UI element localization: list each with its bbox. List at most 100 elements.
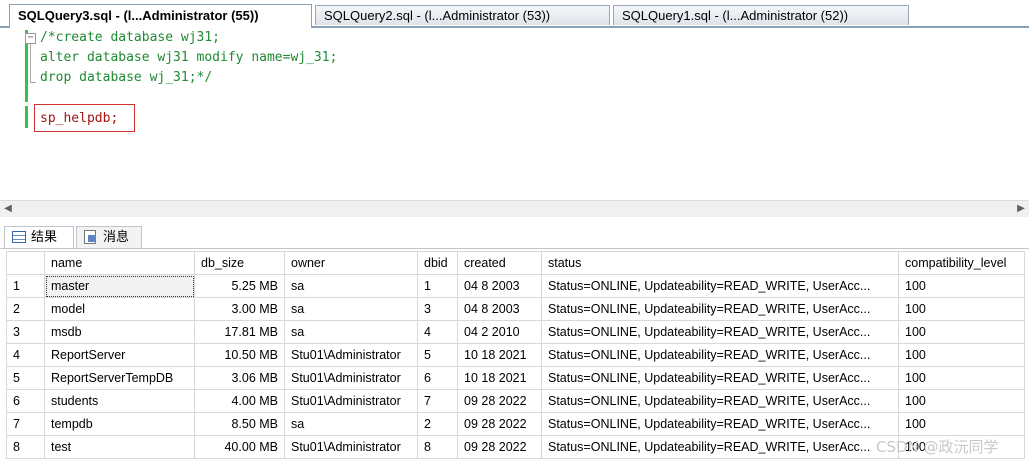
grid-cell-compat[interactable]: 100: [898, 274, 1025, 298]
code-line-4: sp_helpdb;: [40, 111, 119, 126]
grid-cell-compat[interactable]: 100: [898, 297, 1025, 321]
result-tab-bar: 结果 消息: [0, 222, 1029, 249]
grid-cell-owner[interactable]: sa: [284, 297, 418, 321]
messages-icon: [84, 230, 96, 244]
grid-cell-name[interactable]: model: [44, 297, 195, 321]
grid-cell-name[interactable]: msdb: [44, 320, 195, 344]
grid-cell-name[interactable]: ReportServerTempDB: [44, 366, 195, 390]
grid-body: 1 master 5.25 MB sa 1 04 8 2003 Status=ONLINE,…: [6, 274, 1025, 459]
grid-cell-owner[interactable]: Stu01\Administrator: [284, 435, 418, 459]
column-header[interactable]: status: [541, 251, 899, 275]
grid-cell-created[interactable]: 09 28 2022: [457, 412, 542, 436]
tab-results-label: 结果: [31, 229, 58, 244]
tab-sqlquery1[interactable]: SQLQuery1.sql - (l...Administrator (52)): [613, 5, 909, 25]
row-number-cell[interactable]: 6: [6, 389, 45, 413]
grid-cell-name[interactable]: students: [44, 389, 195, 413]
grid-cell-dbid[interactable]: 5: [417, 343, 458, 367]
grid-cell-created[interactable]: 10 18 2021: [457, 343, 542, 367]
table-row[interactable]: 6 students 4.00 MB Stu01\Administrator 7 09 2…: [6, 389, 1025, 413]
grid-cell-dbid[interactable]: 4: [417, 320, 458, 344]
code-line-1: /*create database wj31;: [40, 30, 221, 45]
results-grid: name db_size owner dbid created status c…: [6, 251, 1025, 459]
table-row[interactable]: 7 tempdb 8.50 MB sa 2 09 28 2022 Status=ONLINE…: [6, 412, 1025, 436]
column-header[interactable]: dbid: [417, 251, 458, 275]
grid-cell-created[interactable]: 09 28 2022: [457, 389, 542, 413]
watermark: CSDN @政沅同学: [876, 438, 999, 456]
grid-cell-created[interactable]: 10 18 2021: [457, 366, 542, 390]
tab-results[interactable]: 结果: [4, 226, 74, 248]
row-number-cell[interactable]: 5: [6, 366, 45, 390]
collapse-outline-icon[interactable]: −: [25, 33, 36, 44]
scroll-left-icon[interactable]: ◀: [0, 201, 16, 217]
grid-cell-owner[interactable]: sa: [284, 320, 418, 344]
grid-cell-dbid[interactable]: 6: [417, 366, 458, 390]
grid-cell-owner[interactable]: Stu01\Administrator: [284, 366, 418, 390]
grid-cell-dbid[interactable]: 3: [417, 297, 458, 321]
editor-horizontal-scrollbar[interactable]: ◀ ▶: [0, 200, 1029, 217]
column-header[interactable]: created: [457, 251, 542, 275]
grid-cell-status[interactable]: Status=ONLINE, Updateability=READ_WRITE,…: [541, 389, 899, 413]
sql-editor[interactable]: − /*create database wj31; alter database…: [0, 28, 1029, 200]
grid-cell-compat[interactable]: 100: [898, 343, 1025, 367]
grid-cell-status[interactable]: Status=ONLINE, Updateability=READ_WRITE,…: [541, 366, 899, 390]
grid-cell-db_size[interactable]: 3.00 MB: [194, 297, 285, 321]
grid-cell-dbid[interactable]: 8: [417, 435, 458, 459]
grid-cell-compat[interactable]: 100: [898, 366, 1025, 390]
grid-cell-created[interactable]: 04 8 2003: [457, 297, 542, 321]
table-row[interactable]: 1 master 5.25 MB sa 1 04 8 2003 Status=ONLINE,…: [6, 274, 1025, 298]
tab-messages[interactable]: 消息: [76, 226, 142, 248]
grid-cell-dbid[interactable]: 1: [417, 274, 458, 298]
grid-cell-db_size[interactable]: 3.06 MB: [194, 366, 285, 390]
outline-guide: [30, 44, 31, 82]
table-row[interactable]: 2 model 3.00 MB sa 3 04 8 2003 Status=ONLINE, …: [6, 297, 1025, 321]
column-header[interactable]: owner: [284, 251, 418, 275]
grid-cell-status[interactable]: Status=ONLINE, Updateability=READ_WRITE,…: [541, 343, 899, 367]
grid-cell-name[interactable]: test: [44, 435, 195, 459]
table-row[interactable]: 8 test 40.00 MB Stu01\Administrator 8 09 28 2…: [6, 435, 1025, 459]
table-row[interactable]: 5 ReportServerTempDB 3.06 MB Stu01\Administ…: [6, 366, 1025, 390]
grid-cell-compat[interactable]: 100: [898, 320, 1025, 344]
grid-cell-db_size[interactable]: 10.50 MB: [194, 343, 285, 367]
row-number-cell[interactable]: 3: [6, 320, 45, 344]
grid-cell-name[interactable]: tempdb: [44, 412, 195, 436]
grid-cell-created[interactable]: 04 2 2010: [457, 320, 542, 344]
change-marker-bar: [25, 106, 28, 128]
row-number-cell[interactable]: 8: [6, 435, 45, 459]
row-number-cell[interactable]: 4: [6, 343, 45, 367]
scroll-right-icon[interactable]: ▶: [1013, 201, 1029, 217]
row-number-cell[interactable]: 2: [6, 297, 45, 321]
row-number-cell[interactable]: 1: [6, 274, 45, 298]
table-row[interactable]: 3 msdb 17.81 MB sa 4 04 2 2010 Status=ONLINE, …: [6, 320, 1025, 344]
column-header[interactable]: db_size: [194, 251, 285, 275]
row-number-header[interactable]: [6, 251, 45, 275]
grid-cell-status[interactable]: Status=ONLINE, Updateability=READ_WRITE,…: [541, 435, 899, 459]
table-row[interactable]: 4 ReportServer 10.50 MB Stu01\Administrator…: [6, 343, 1025, 367]
grid-cell-db_size[interactable]: 5.25 MB: [194, 274, 285, 298]
grid-cell-status[interactable]: Status=ONLINE, Updateability=READ_WRITE,…: [541, 412, 899, 436]
grid-cell-db_size[interactable]: 4.00 MB: [194, 389, 285, 413]
grid-cell-owner[interactable]: sa: [284, 274, 418, 298]
grid-cell-name[interactable]: ReportServer: [44, 343, 195, 367]
grid-cell-owner[interactable]: Stu01\Administrator: [284, 389, 418, 413]
column-header[interactable]: compatibility_level: [898, 251, 1025, 275]
grid-cell-status[interactable]: Status=ONLINE, Updateability=READ_WRITE,…: [541, 320, 899, 344]
grid-cell-db_size[interactable]: 40.00 MB: [194, 435, 285, 459]
row-number-cell[interactable]: 7: [6, 412, 45, 436]
grid-cell-compat[interactable]: 100: [898, 389, 1025, 413]
grid-cell-status[interactable]: Status=ONLINE, Updateability=READ_WRITE,…: [541, 274, 899, 298]
grid-cell-db_size[interactable]: 17.81 MB: [194, 320, 285, 344]
tab-sqlquery3[interactable]: SQLQuery3.sql - (l...Administrator (55)): [9, 4, 312, 28]
grid-cell-db_size[interactable]: 8.50 MB: [194, 412, 285, 436]
grid-cell-owner[interactable]: Stu01\Administrator: [284, 343, 418, 367]
grid-cell-dbid[interactable]: 2: [417, 412, 458, 436]
grid-cell-created[interactable]: 04 8 2003: [457, 274, 542, 298]
grid-cell-created[interactable]: 09 28 2022: [457, 435, 542, 459]
grid-cell-owner[interactable]: sa: [284, 412, 418, 436]
tab-sqlquery2[interactable]: SQLQuery2.sql - (l...Administrator (53)): [315, 5, 610, 25]
column-header[interactable]: name: [44, 251, 195, 275]
grid-cell-compat[interactable]: 100: [898, 412, 1025, 436]
document-tab-bar: SQLQuery3.sql - (l...Administrator (55))…: [0, 0, 1029, 28]
grid-cell-name[interactable]: master: [44, 274, 195, 298]
grid-cell-dbid[interactable]: 7: [417, 389, 458, 413]
grid-cell-status[interactable]: Status=ONLINE, Updateability=READ_WRITE,…: [541, 297, 899, 321]
